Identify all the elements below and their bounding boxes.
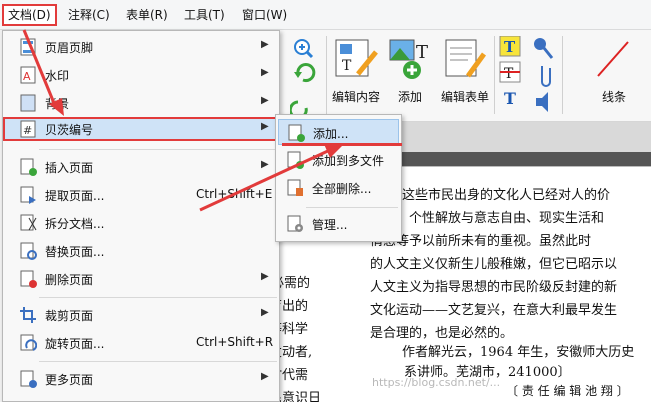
annotation-arrows [22,29,344,212]
arrow-head-icon [324,144,344,158]
arrow-head-icon [49,98,64,116]
arrow-to-bates [22,29,58,109]
arrow-to-add [199,148,331,212]
